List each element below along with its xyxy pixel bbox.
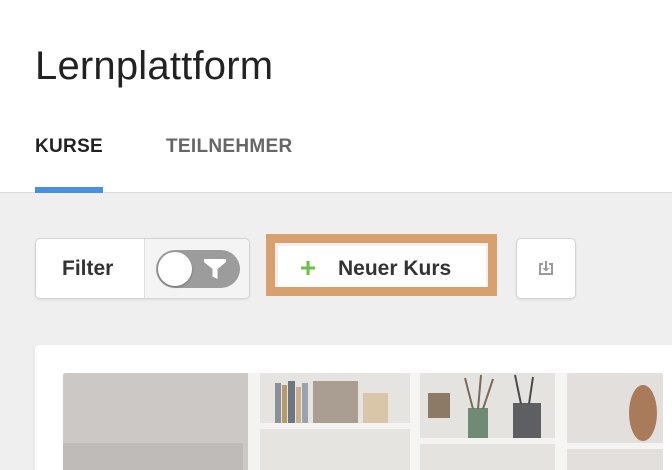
export-button[interactable] [516, 238, 576, 299]
export-icon [539, 261, 553, 275]
page-header: Lernplattform KURSE TEILNEHMER [0, 0, 672, 193]
filter-label: Filter [62, 257, 114, 280]
course-card[interactable] [35, 345, 672, 470]
course-image-illustration [63, 373, 663, 470]
page-title: Lernplattform [35, 44, 274, 88]
tab-kurse[interactable]: KURSE [35, 136, 103, 158]
course-cover-image[interactable] [63, 373, 663, 470]
active-tab-indicator [35, 187, 103, 193]
toggle-knob [158, 252, 192, 286]
new-course-highlight [266, 234, 497, 296]
filter-toggle[interactable] [156, 250, 240, 288]
filter-control: Filter [35, 238, 250, 299]
funnel-icon [204, 259, 226, 279]
tab-teilnehmer[interactable]: TEILNEHMER [166, 136, 293, 158]
filter-toggle-area [144, 239, 249, 298]
